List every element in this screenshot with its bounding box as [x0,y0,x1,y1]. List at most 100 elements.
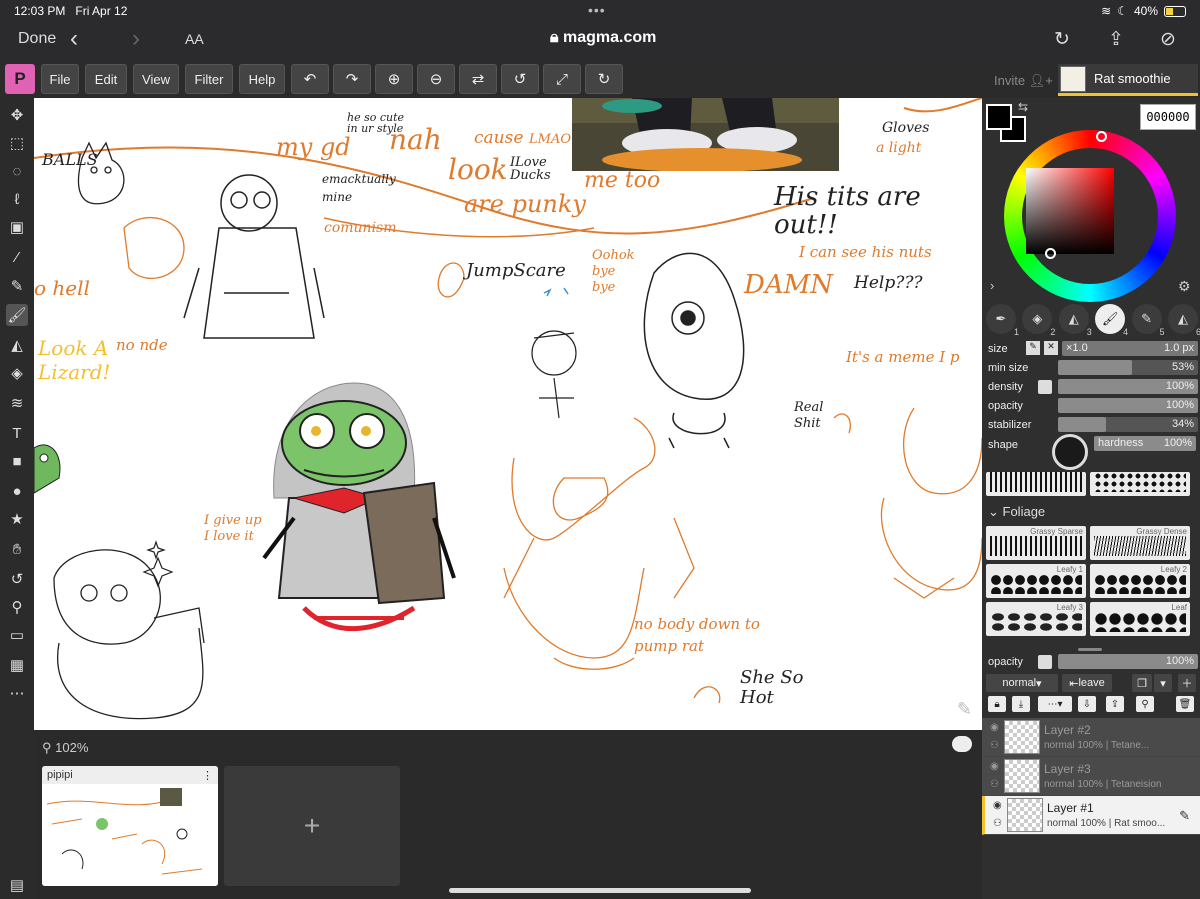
ellipse-select-icon[interactable]: ◌ [6,160,28,182]
more-icon[interactable]: ⋯ [6,682,28,704]
flip-icon[interactable]: ⇄ [459,64,497,94]
edit-layer-icon[interactable]: ✎ [1179,808,1190,824]
layer-row[interactable]: ◉ ⚇ Layer #1 normal 100% | Rat smoo... ✎ [982,796,1200,835]
visibility-eye-icon[interactable]: ◉ [993,800,1002,811]
share-icon[interactable]: ⇪ [1108,28,1124,51]
grid-icon[interactable]: ▦ [6,654,28,676]
leave-button[interactable]: ⇤ leave [1062,674,1112,692]
texture-swatch[interactable]: Leaf [1090,602,1190,636]
hex-input[interactable]: 000000 [1140,104,1196,130]
comment-icon[interactable]: ▭ [6,624,28,646]
done-button[interactable]: Done [18,30,56,48]
document-chip[interactable]: Rat smoothie [1058,64,1198,96]
brush-preset[interactable]: ◭ 6 [1167,304,1200,337]
star-icon[interactable]: ★ [6,508,28,530]
texture-swatch[interactable]: Leafy 1 [986,564,1086,598]
texture-swatch[interactable]: Grassy Sparse [986,526,1086,560]
chat-icon[interactable] [952,736,972,752]
layer-row[interactable]: ◉ ⚇ Layer #3 normal 100% | Tetaneision [982,757,1200,796]
delete-layer-icon[interactable]: 🗑︎ [1176,696,1194,712]
undo-icon[interactable]: ↶ [291,64,329,94]
hand-icon[interactable]: ✋︎ [6,538,28,560]
settings-gear-icon[interactable]: ⚙ [1178,278,1191,295]
brush-preset[interactable]: 🖌︎ 4 [1095,304,1128,337]
size-slider[interactable]: ×1.0 1.0 px [1062,341,1198,356]
layer-row[interactable]: ◉ ⚇ Layer #2 normal 100% | Tetane... [982,718,1200,757]
library-section[interactable]: ⌄ Foliage [988,504,1045,520]
blend-mode-select[interactable]: normal ▾ [986,674,1058,692]
smudge-icon[interactable]: ≋ [6,392,28,414]
transform-icon[interactable]: ▣ [6,216,28,238]
layer-options-caret-icon[interactable]: ▾ [1154,674,1172,692]
texture-swatch[interactable]: Leafy 2 [1090,564,1190,598]
swap-colors-icon[interactable]: ⇆ [1018,100,1028,114]
compass-icon[interactable]: ⊘ [1160,28,1176,51]
color-handle[interactable] [1045,248,1056,259]
magma-logo[interactable]: P [5,64,35,94]
edit-menu[interactable]: Edit [85,64,127,94]
visibility-eye-icon[interactable]: ◉ [990,722,999,733]
opacity-slider[interactable]: 100% [1058,398,1198,413]
hardness-slider[interactable]: hardness 100% [1094,436,1196,451]
drawing-canvas[interactable]: BALLS he so cute in ur style nah my gd c… [34,98,982,730]
density-toggle[interactable] [1038,380,1052,394]
brush-preset[interactable]: ✎ 5 [1131,304,1165,337]
rotate-right-icon[interactable]: ↻ [585,64,623,94]
texture-swatch[interactable]: Grassy Dense [1090,526,1190,560]
fullscreen-icon[interactable]: ⤢ [543,64,581,94]
saturation-square[interactable] [1026,168,1114,254]
reload-icon[interactable]: ↻ [1054,28,1070,51]
help-menu[interactable]: Help [239,64,285,94]
zoom-in-icon[interactable]: ⊕ [375,64,413,94]
move-tool-icon[interactable]: ✥ [6,104,28,126]
texture-swatch[interactable]: Leafy 3 [986,602,1086,636]
search-layer-icon[interactable]: ⚲ [1136,696,1154,712]
lasso-icon[interactable]: ℓ [6,188,28,210]
paint-bucket-icon[interactable]: ◈ [6,362,28,384]
zoom-indicator[interactable]: ⚲ 102% [42,740,88,756]
page-menu-icon[interactable]: ⋮ [202,769,213,782]
min-size-slider[interactable]: 53% [1058,360,1198,375]
layer-more-icon[interactable]: ⋯▾ [1038,696,1072,712]
density-slider[interactable]: 100% [1058,379,1198,394]
page-card[interactable]: pipipi ⋮ [42,766,218,886]
eraser-icon[interactable]: ◭ [6,334,28,356]
hue-handle[interactable] [1096,131,1107,142]
file-menu[interactable]: File [41,64,79,94]
text-size-button[interactable]: AA [185,31,204,47]
forward-icon[interactable]: › [132,25,140,53]
zoom-tool-icon[interactable]: ⚲ [6,596,28,618]
brush-preset[interactable]: ✒ 1 [986,304,1019,337]
circle-icon[interactable]: ● [6,480,28,502]
merge-down-icon[interactable]: ⤓ [1012,696,1030,712]
view-menu[interactable]: View [133,64,179,94]
back-icon[interactable]: ‹ [70,25,78,53]
add-page-button[interactable]: + [224,766,400,886]
foreground-color-swatch[interactable] [986,104,1012,130]
eyedropper-icon[interactable]: ⁄ [6,246,28,268]
text-tool-icon[interactable]: T [6,422,28,444]
layer-opacity-slider[interactable]: 100% [1058,654,1198,669]
pressure-icon[interactable]: ✎ [1026,341,1040,355]
layer-opacity-toggle[interactable] [1038,655,1052,669]
url-field[interactable]: 🔒︎ magma.com [550,29,656,47]
add-layer-icon[interactable]: ＋ [1178,674,1196,692]
brush-shape-preview[interactable] [1052,434,1088,470]
multitask-dots-icon[interactable]: ••• [588,2,606,18]
rotate-view-icon[interactable]: ↺ [6,568,28,590]
texture-swatch[interactable] [1090,472,1190,496]
import-icon[interactable]: ⇩ [1078,696,1096,712]
size-close-icon[interactable]: ✕ [1044,341,1058,355]
redo-icon[interactable]: ↷ [333,64,371,94]
zoom-out-icon[interactable]: ⊖ [417,64,455,94]
texture-swatch[interactable] [986,472,1086,496]
lock-layer-icon[interactable]: 🔒︎ [988,696,1006,712]
brush-icon[interactable]: 🖌︎ [6,304,28,326]
duplicate-layer-icon[interactable]: ❐ [1132,674,1152,692]
visibility-eye-icon[interactable]: ◉ [990,761,999,772]
pencil-icon[interactable]: ✎ [6,275,28,297]
invite-button[interactable]: Invite 👤︎+ [994,73,1053,89]
export-icon[interactable]: ⇪ [1106,696,1124,712]
brush-preset[interactable]: ◭ 3 [1058,304,1092,337]
filter-menu[interactable]: Filter [185,64,233,94]
